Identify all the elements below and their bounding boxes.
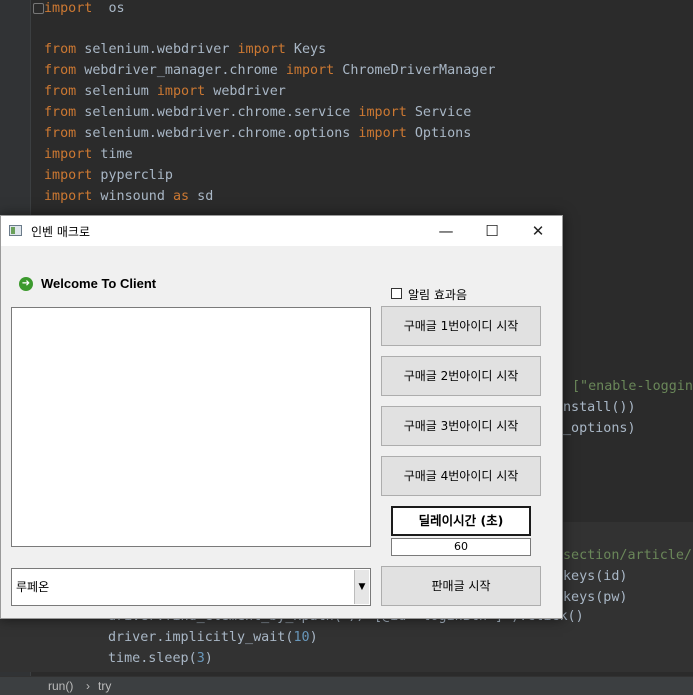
code-line: time.sleep(3) <box>108 648 213 669</box>
code-token: webdriver_manager.chrome <box>76 63 286 78</box>
maximize-button[interactable]: ☐ <box>469 216 515 246</box>
arrow-right-circle-icon: ➜ <box>19 277 33 291</box>
buy-account-3-button[interactable]: 구매글 3번아이디 시작 <box>381 406 541 446</box>
chevron-down-icon[interactable]: ▼ <box>354 570 369 604</box>
code-token: as <box>173 189 190 204</box>
code-token: selenium.webdriver <box>76 42 238 57</box>
code-line: from selenium import webdriver <box>44 81 286 102</box>
code-token: ) <box>309 630 318 645</box>
code-token: from <box>44 63 77 78</box>
breadcrumb-try[interactable]: try <box>98 677 111 695</box>
code-line: driver.implicitly_wait(10) <box>108 627 318 648</box>
code-line: import os <box>44 0 125 19</box>
code-token: keys(id) <box>563 569 628 584</box>
macro-window: 인벤 매크로 — ☐ ✕ ➜ Welcome To Client 알림 효과음 … <box>0 215 563 619</box>
code-token: from <box>44 42 77 57</box>
close-button[interactable]: ✕ <box>515 216 561 246</box>
code-token: from <box>44 126 77 141</box>
log-listbox[interactable] <box>11 307 371 547</box>
code-line: keys(id) <box>563 566 628 587</box>
code-line: _options) <box>563 418 636 439</box>
code-token: ) <box>204 651 213 666</box>
code-token: selenium.webdriver.chrome.options <box>76 126 359 141</box>
code-line: import time <box>44 144 133 165</box>
code-token: import <box>44 168 93 183</box>
code-token: nstall()) <box>563 400 636 415</box>
alert-sound-checkbox[interactable] <box>391 288 402 299</box>
code-token: import <box>358 126 407 141</box>
code-token: import <box>44 147 93 162</box>
code-token: section/article/ <box>563 548 692 563</box>
code-token: Keys <box>285 42 327 57</box>
code-line: ["enable-loggin <box>572 376 693 397</box>
code-token: import <box>237 42 286 57</box>
code-line: from selenium.webdriver.chrome.service i… <box>44 102 471 123</box>
code-token: Service <box>406 105 472 120</box>
alert-sound-label: 알림 효과음 <box>408 288 468 302</box>
code-line: from webdriver_manager.chrome import Chr… <box>44 60 495 81</box>
code-line: section/article/ <box>563 545 692 566</box>
code-token: selenium.webdriver.chrome.service <box>76 105 359 120</box>
code-token: import <box>44 189 93 204</box>
server-select-value: 루페온 <box>16 580 50 594</box>
minimize-button[interactable]: — <box>423 216 469 246</box>
code-token: ["enable-loggin <box>572 379 693 394</box>
code-token: time.sleep( <box>108 651 197 666</box>
code-token: driver.implicitly_wait( <box>108 630 294 645</box>
code-token: webdriver <box>205 84 286 99</box>
code-token: from <box>44 84 77 99</box>
app-icon <box>9 225 22 236</box>
code-token: _options) <box>563 421 636 436</box>
code-token: pyperclip <box>92 168 173 183</box>
code-line: keys(pw) <box>563 587 628 608</box>
code-token: import <box>285 63 335 78</box>
code-line: import pyperclip <box>44 165 173 186</box>
fold-marker-icon[interactable] <box>33 3 44 14</box>
code-line: from selenium.webdriver.chrome.options i… <box>44 123 471 144</box>
code-token: import <box>44 1 93 16</box>
buy-account-1-button[interactable]: 구매글 1번아이디 시작 <box>381 306 541 346</box>
breadcrumb-run[interactable]: run() <box>48 677 73 695</box>
code-token: ChromeDriverManager <box>334 63 496 78</box>
sell-start-button[interactable]: 판매글 시작 <box>381 566 541 606</box>
delay-time-input[interactable]: 60 <box>391 538 531 556</box>
breadcrumb-separator: › <box>86 679 90 693</box>
code-token: from <box>44 105 77 120</box>
code-token: winsound <box>92 189 173 204</box>
code-token: Options <box>406 126 472 141</box>
code-line: nstall()) <box>563 397 636 418</box>
code-token: keys(pw) <box>563 590 628 605</box>
code-token: selenium <box>76 84 157 99</box>
buy-account-4-button[interactable]: 구매글 4번아이디 시작 <box>381 456 541 496</box>
status-bar: run() › try <box>0 676 693 695</box>
code-token: import <box>156 84 206 99</box>
code-line: import winsound as sd <box>44 186 213 207</box>
code-token: os <box>92 1 125 16</box>
delay-time-label: 딜레이시간 (초) <box>391 506 531 536</box>
title-bar[interactable]: 인벤 매크로 — ☐ ✕ <box>1 216 562 246</box>
welcome-label: Welcome To Client <box>41 276 157 291</box>
code-line: from selenium.webdriver import Keys <box>44 39 326 60</box>
code-token: sd <box>189 189 214 204</box>
code-token: import <box>358 105 407 120</box>
buy-account-2-button[interactable]: 구매글 2번아이디 시작 <box>381 356 541 396</box>
server-select[interactable]: 루페온 ▼ <box>11 568 371 606</box>
code-token: 3 <box>196 651 205 666</box>
window-title: 인벤 매크로 <box>31 225 91 239</box>
code-token: time <box>92 147 133 162</box>
code-token: 10 <box>293 630 310 645</box>
